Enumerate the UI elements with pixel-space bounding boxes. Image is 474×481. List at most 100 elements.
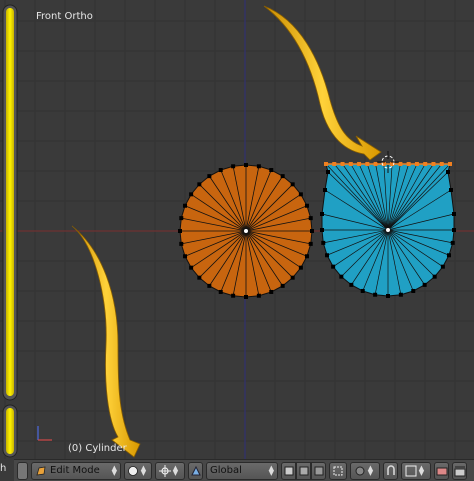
mesh-vertex <box>179 216 184 221</box>
orientation-label: Global <box>210 465 242 476</box>
mode-select[interactable]: Edit Mode ▲ ▼ <box>31 461 121 480</box>
snap-element-select[interactable]: ▲ ▼ <box>401 461 431 480</box>
snap-icon <box>386 464 395 475</box>
cylinder-bent-disk[interactable] <box>320 162 456 298</box>
proportional-edit-select[interactable]: ▲ ▼ <box>350 461 380 480</box>
mesh-vertex <box>411 288 416 293</box>
select-arrows-icon: ▲ ▼ <box>172 463 179 477</box>
mesh-vertex <box>323 188 327 192</box>
pivot-point-select[interactable]: ▲ ▼ <box>155 461 185 480</box>
select-arrows-icon: ▲ ▼ <box>111 463 117 477</box>
arrow-annotation-top <box>263 5 382 161</box>
pivot-icon <box>158 464 171 477</box>
mesh-vertex <box>298 192 303 197</box>
mesh-vertex <box>308 241 313 246</box>
vertex-select-button[interactable] <box>281 461 296 480</box>
mesh-vertex <box>244 163 248 167</box>
mesh-vertex <box>432 274 437 279</box>
3d-viewport[interactable]: Front Ortho (0) Cylinder h Edit Mode ▲ ▼ … <box>0 0 474 481</box>
mesh-vertex <box>269 168 274 173</box>
mesh-vertex <box>331 264 336 269</box>
transform-orientation-icon <box>190 465 201 475</box>
mesh-vertex <box>244 295 248 299</box>
cylinder-top-disk[interactable] <box>178 163 314 299</box>
occlude-toggle[interactable] <box>329 461 347 480</box>
mesh-vertex <box>446 170 450 174</box>
occlude-icon <box>333 466 343 475</box>
snap-increment-icon <box>405 465 417 476</box>
view-title: Front Ortho <box>36 11 93 22</box>
mesh-vertex <box>197 275 202 280</box>
viewport-shading-select[interactable]: ▲ ▼ <box>124 461 152 480</box>
center-vertex <box>244 229 248 233</box>
mesh-vertex <box>231 164 236 169</box>
object-info-label: (0) Cylinder <box>68 443 127 454</box>
mesh-vertex <box>280 283 285 288</box>
mesh-vertex <box>183 203 188 208</box>
vertex-select-icon <box>284 466 293 475</box>
mesh-vertex <box>218 168 223 173</box>
mesh-vertex <box>290 182 295 187</box>
mesh-vertex <box>320 228 324 232</box>
mesh-vertex <box>308 216 313 221</box>
render-animation-button[interactable] <box>452 461 467 480</box>
mesh-vertex <box>280 174 285 179</box>
select-arrows-icon: ▲ ▼ <box>418 463 425 477</box>
clapper-icon <box>454 465 465 476</box>
mesh-vertex <box>304 203 309 208</box>
mesh-vertex <box>320 212 324 216</box>
mesh-vertex <box>290 275 295 280</box>
select-arrows-icon: ▲ ▼ <box>140 463 147 477</box>
mesh-vertex <box>304 254 309 259</box>
mesh-vertex <box>450 240 455 245</box>
manipulator-toggle[interactable] <box>188 461 203 480</box>
mesh-vertex <box>269 289 274 294</box>
axis-gizmo <box>37 426 52 441</box>
viewport-canvas[interactable] <box>0 0 474 481</box>
mesh-vertex <box>189 265 194 270</box>
mesh-vertex <box>386 294 390 298</box>
select-arrows-icon: ▲ ▼ <box>367 463 374 477</box>
mesh-vertex <box>256 293 261 298</box>
mesh-vertex <box>398 292 403 297</box>
mesh-vertex <box>298 265 303 270</box>
mesh-vertex <box>452 212 456 216</box>
orientation-select[interactable]: Global ▲ ▼ <box>206 461 278 480</box>
mesh-vertex <box>218 289 223 294</box>
mesh-vertex <box>325 253 330 258</box>
left-slider-graphic[interactable] <box>2 4 18 458</box>
select-mode-group <box>281 461 326 480</box>
mode-label: Edit Mode <box>50 465 100 476</box>
face-select-button[interactable] <box>311 461 326 480</box>
mesh-vertex <box>446 253 451 258</box>
edge-select-button[interactable] <box>296 461 311 480</box>
mesh-vertex <box>197 182 202 187</box>
mesh-vertex <box>326 170 330 174</box>
mesh-vertex <box>360 288 365 293</box>
mesh-vertex <box>373 292 378 297</box>
left-edge-text: h <box>0 463 7 474</box>
edge-select-icon <box>299 466 308 475</box>
face-select-icon <box>314 466 323 475</box>
select-arrows-icon: ▲ ▼ <box>268 463 274 477</box>
mesh-vertex <box>207 283 212 288</box>
mesh-vertex <box>179 241 184 246</box>
center-vertex <box>386 228 390 232</box>
mesh-vertex <box>321 240 326 245</box>
mesh-vertex <box>422 282 427 287</box>
mesh-vertex <box>207 174 212 179</box>
snap-toggle[interactable] <box>383 461 398 480</box>
header-resize-handle[interactable] <box>17 461 28 480</box>
mesh-vertex <box>339 274 344 279</box>
proportional-icon <box>355 466 365 475</box>
mesh-vertex <box>349 282 354 287</box>
mesh-vertex <box>183 254 188 259</box>
editmode-icon <box>36 466 46 475</box>
viewport-header: Edit Mode ▲ ▼ ▲ ▼ ▲ ▼ Global ▲ ▼ ▲ ▼ ▲ ▼ <box>14 459 474 481</box>
mesh-vertex <box>256 164 261 169</box>
render-preview-button[interactable] <box>434 461 449 480</box>
mesh-vertex <box>310 229 314 233</box>
mesh-vertex <box>178 229 182 233</box>
render-icon <box>436 467 447 475</box>
mesh-vertex <box>452 228 456 232</box>
